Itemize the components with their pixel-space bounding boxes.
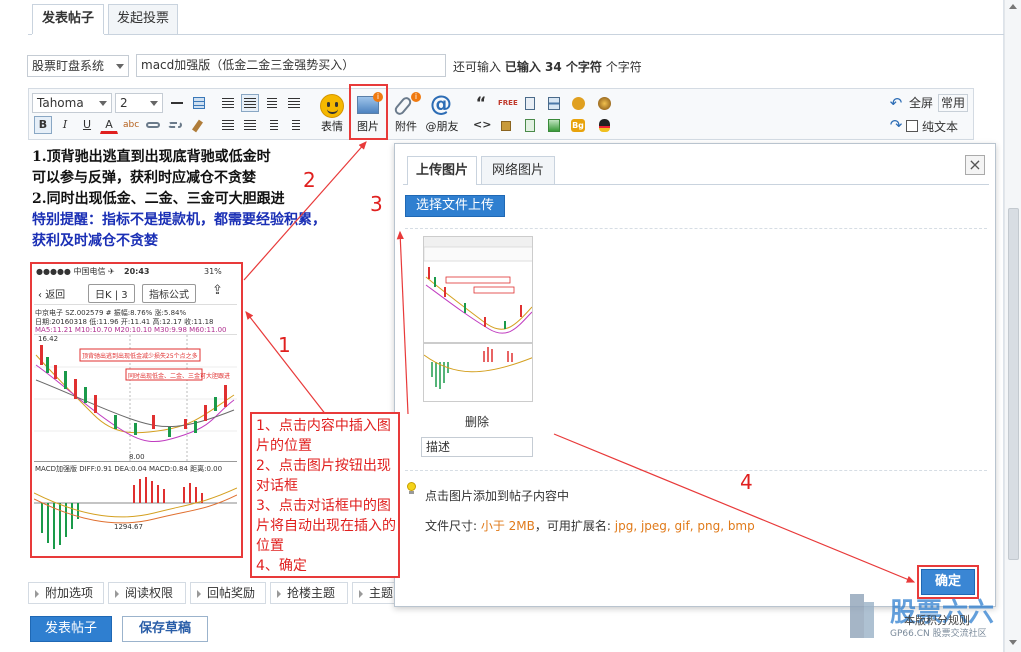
instruction-step: 1、点击内容中插入图片的位置 (256, 418, 391, 454)
watermark-slogan: 股票交流社区 (932, 629, 987, 639)
watermark-logo-icon (850, 594, 864, 638)
step-number-4: 4 (740, 470, 753, 494)
page-scrollbar[interactable] (1004, 0, 1021, 652)
instruction-step: 2、点击图片按钮出现对话框 (256, 458, 391, 494)
watermark-url: GP66.CN (890, 629, 930, 639)
scroll-up-icon[interactable] (1009, 4, 1017, 9)
scroll-thumb[interactable] (1008, 208, 1019, 560)
step-number-2: 2 (303, 168, 316, 192)
watermark: 股票六六 本版积分规则 GP66.CN 股票交流社区 (838, 584, 1004, 650)
watermark-logo-icon (864, 602, 874, 638)
annotation-arrows (243, 141, 916, 583)
step-number-3: 3 (370, 192, 383, 216)
instruction-step: 4、确定 (256, 558, 307, 574)
scroll-down-icon[interactable] (1009, 640, 1017, 645)
watermark-footer: GP66.CN 股票交流社区 (890, 626, 987, 639)
step-number-1: 1 (278, 333, 291, 357)
instruction-step: 3、点击对话框中的图片将自动出现在插入的位置 (256, 498, 396, 554)
instruction-steps: 1、点击内容中插入图片的位置 2、点击图片按钮出现对话框 3、点击对话框中的图片… (256, 416, 396, 576)
